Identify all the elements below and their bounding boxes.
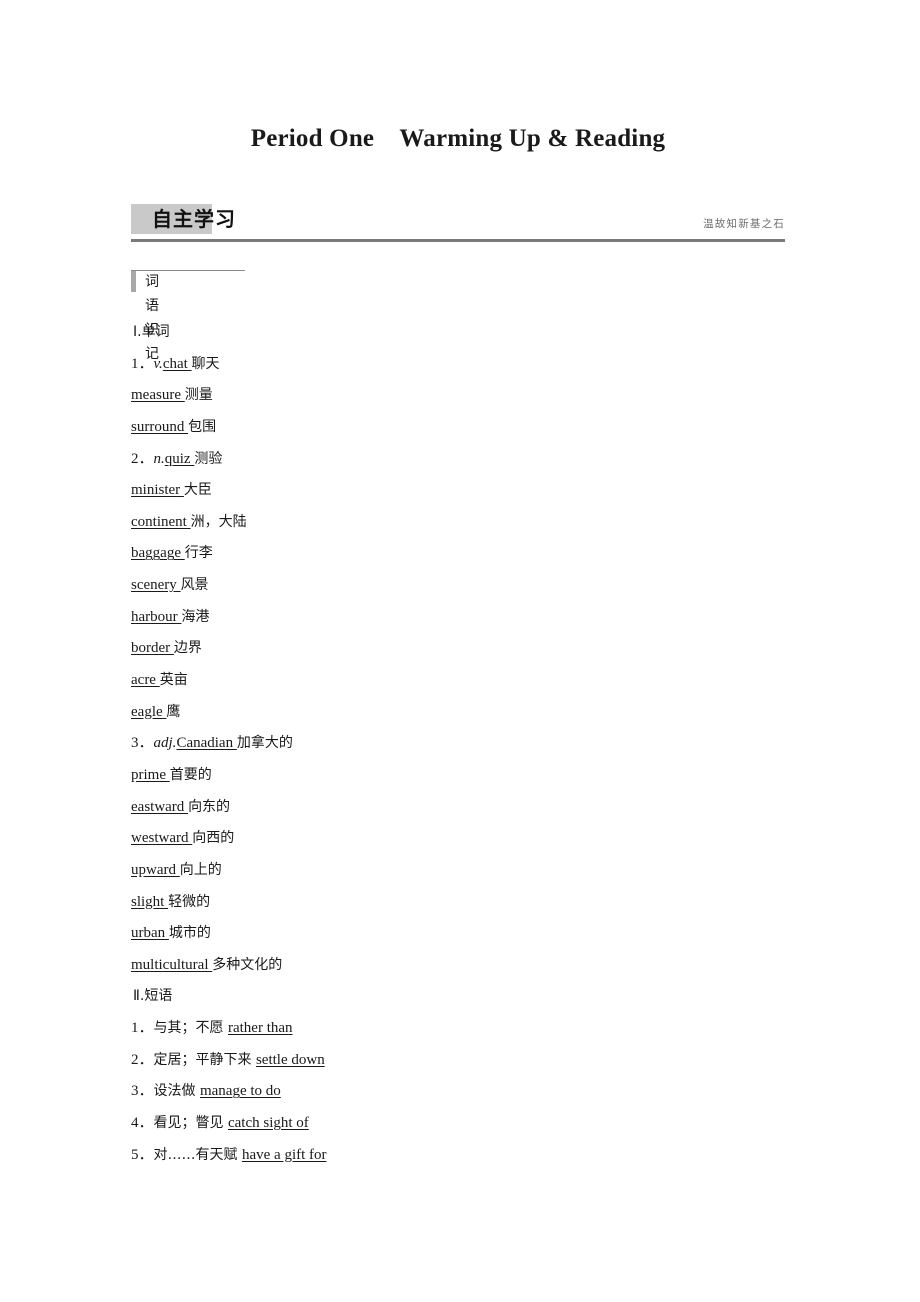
vocab-entry: measure 测量	[131, 380, 831, 412]
vocab-word: minister	[131, 482, 184, 499]
phrase-entry: 3．设法做 manage to do	[131, 1076, 831, 1108]
vocab-meaning: 向上的	[179, 861, 222, 878]
vocab-word: continent	[131, 513, 191, 530]
phrase-entry: 1．与其；不愿 rather than	[131, 1013, 831, 1045]
vocab-meaning: 城市的	[168, 925, 211, 942]
vocab-entry: upward 向上的	[131, 855, 831, 887]
vocab-word: westward	[131, 830, 193, 847]
vocab-word: border	[131, 640, 174, 657]
vocab-word: harbour	[131, 608, 182, 625]
vocab-entry: 2．n.quiz 测验	[131, 444, 831, 476]
vocab-word: chat	[162, 355, 192, 372]
vocab-entry: continent 洲，大陆	[131, 507, 831, 539]
phrase-meaning: 与其；不愿	[153, 1020, 228, 1037]
phrases-heading-text: Ⅱ.短语	[133, 988, 173, 1005]
vocab-entry: slight 轻微的	[131, 887, 831, 919]
phrase-answer: manage to do	[199, 1083, 281, 1100]
words-heading-text: Ⅰ.单词	[133, 324, 170, 340]
vocab-meaning: 行李	[184, 545, 213, 562]
vocab-word: multicultural	[131, 956, 213, 973]
entry-number: 3．	[131, 735, 154, 752]
vocab-entry: multicultural 多种文化的	[131, 950, 831, 982]
vocab-entry: westward 向西的	[131, 823, 831, 855]
vocab-meaning: 边界	[173, 640, 202, 657]
vocab-meaning: 首要的	[169, 766, 212, 783]
vocab-entry: acre 英亩	[131, 665, 831, 697]
phrases-heading: Ⅱ.短语	[131, 981, 831, 1013]
entry-number: 3．	[131, 1083, 154, 1100]
vocab-entry: 3．adj.Canadian 加拿大的	[131, 728, 831, 760]
vocab-entry: baggage 行李	[131, 538, 831, 570]
vocab-word: scenery	[131, 577, 181, 594]
vocab-meaning: 测量	[184, 387, 213, 404]
entry-number: 1．	[131, 355, 154, 372]
vocab-meaning: 向东的	[188, 798, 231, 815]
phrase-meaning: 定居；平静下来	[153, 1051, 256, 1068]
vocab-meaning: 测验	[194, 450, 223, 467]
vocab-word: eastward	[131, 798, 189, 815]
vocab-entry: eagle 鹰	[131, 697, 831, 729]
phrase-answer: settle down	[255, 1051, 325, 1068]
section-divider	[131, 239, 785, 242]
vocab-entry: urban 城市的	[131, 918, 831, 950]
vocab-entry: scenery 风景	[131, 570, 831, 602]
vocab-entry: minister 大臣	[131, 475, 831, 507]
section-motto: 温故知新基之石	[703, 218, 785, 230]
vocab-meaning: 英亩	[159, 672, 188, 689]
vocab-word: upward	[131, 861, 180, 878]
vocab-meaning: 包围	[188, 418, 217, 435]
phrase-meaning: 对……有天赋	[153, 1146, 242, 1163]
entry-number: 1．	[131, 1020, 154, 1037]
page-title: Period One Warming Up & Reading	[250, 125, 666, 152]
part-of-speech: adj.	[153, 735, 177, 752]
part-of-speech: n.	[153, 450, 165, 467]
section-title: 自主学习	[152, 207, 236, 231]
part-of-speech: v.	[153, 355, 163, 372]
vocab-meaning: 轻微的	[168, 893, 211, 910]
phrase-meaning: 设法做	[153, 1083, 200, 1100]
content-body: Ⅰ.单词 1．v.chat 聊天 measure 测量 surround 包围 2．n.…	[131, 317, 831, 1171]
vocab-meaning: 加拿大的	[236, 735, 293, 752]
phrase-answer: have a gift for	[241, 1146, 327, 1163]
entry-number: 2．	[131, 450, 154, 467]
document-page: Period One Warming Up & Reading 自主学习 温故知…	[0, 0, 920, 1302]
entry-number: 4．	[131, 1115, 154, 1132]
vocab-meaning: 聊天	[191, 355, 220, 372]
vocab-word: slight	[131, 893, 169, 910]
phrase-answer: rather than	[227, 1020, 293, 1037]
vocab-meaning: 鹰	[166, 703, 181, 720]
entry-number: 2．	[131, 1051, 154, 1068]
phrase-meaning: 看见；瞥见	[153, 1115, 228, 1132]
phrase-entry: 5．对……有天赋 have a gift for	[131, 1140, 831, 1172]
vocab-word: quiz	[164, 450, 195, 467]
phrase-entry: 4．看见；瞥见 catch sight of	[131, 1108, 831, 1140]
vocab-meaning: 向西的	[192, 830, 235, 847]
phrase-answer: catch sight of	[227, 1115, 309, 1132]
vocab-word: baggage	[131, 545, 185, 562]
section-header-band: 自主学习 温故知新基之石	[131, 204, 785, 244]
entry-number: 5．	[131, 1146, 154, 1163]
vocab-entry: surround 包围	[131, 412, 831, 444]
vocab-word: prime	[131, 766, 170, 783]
vocab-meaning: 海港	[181, 608, 210, 625]
phrase-entry: 2．定居；平静下来 settle down	[131, 1045, 831, 1077]
vocab-word: urban	[131, 925, 169, 942]
vocab-word: measure	[131, 387, 185, 404]
vocab-word: acre	[131, 672, 160, 689]
vocab-word: eagle	[131, 703, 167, 720]
vocab-entry: border 边界	[131, 633, 831, 665]
vocab-meaning: 大臣	[183, 482, 212, 499]
vocab-entry: 1．v.chat 聊天	[131, 349, 831, 381]
vocab-word: surround	[131, 418, 189, 435]
words-heading: Ⅰ.单词	[131, 317, 831, 349]
vocab-meaning: 洲，大陆	[190, 513, 247, 530]
vocab-word: Canadian	[176, 735, 237, 752]
vocab-meaning: 多种文化的	[212, 956, 283, 973]
vocab-entry: eastward 向东的	[131, 792, 831, 824]
subsection-accent-bar	[131, 271, 136, 292]
vocab-entry: harbour 海港	[131, 602, 831, 634]
vocab-meaning: 风景	[180, 577, 209, 594]
vocab-entry: prime 首要的	[131, 760, 831, 792]
